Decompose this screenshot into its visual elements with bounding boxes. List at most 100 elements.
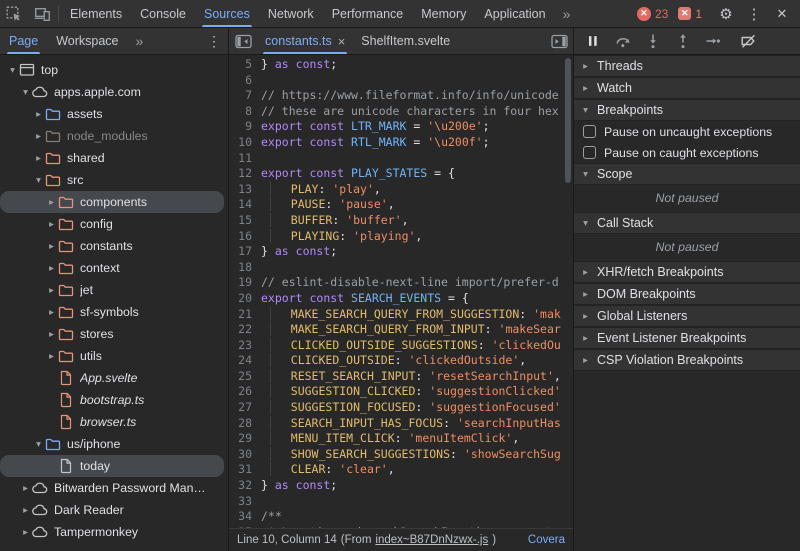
section-csp-violation-breakpoints[interactable]: ▸ CSP Violation Breakpoints: [574, 349, 800, 371]
section-scope[interactable]: ▾ Scope: [574, 163, 800, 185]
scrollbar-thumb[interactable]: [565, 58, 571, 183]
line-number[interactable]: 31: [229, 462, 261, 478]
line-number[interactable]: 26: [229, 384, 261, 400]
tree-item-dark-reader[interactable]: ▸ Dark Reader: [0, 499, 224, 521]
line-number[interactable]: 13: [229, 182, 261, 198]
editor-tab-constants-ts[interactable]: constants.ts ×: [257, 28, 353, 54]
chevron-right-icon[interactable]: ▸: [19, 505, 32, 516]
code-line-10[interactable]: 10 export const RTL_MARK = '\u200f';: [229, 135, 573, 151]
code-line-5[interactable]: 5 } as const;: [229, 57, 573, 73]
line-number[interactable]: 34: [229, 509, 261, 525]
tree-item-constants[interactable]: ▸ constants: [0, 235, 224, 257]
code-line-20[interactable]: 20 export const SEARCH_EVENTS = {: [229, 291, 573, 307]
checkbox-pause-on-caught-exceptions[interactable]: Pause on caught exceptions: [574, 142, 800, 163]
editor-scrollbar[interactable]: [565, 58, 571, 525]
more-options-button[interactable]: ⋮: [740, 5, 768, 23]
code-line-17[interactable]: 17 } as const;: [229, 244, 573, 260]
tab-elements[interactable]: Elements: [61, 0, 131, 27]
tree-item-browser-ts[interactable]: browser.ts: [0, 411, 224, 433]
tab-performance[interactable]: Performance: [323, 0, 413, 27]
line-number[interactable]: 24: [229, 353, 261, 369]
section-threads[interactable]: ▸ Threads: [574, 55, 800, 77]
chevron-right-icon[interactable]: ▸: [45, 263, 58, 274]
tree-item-sf-symbols[interactable]: ▸ sf-symbols: [0, 301, 224, 323]
chevron-right-icon[interactable]: ▸: [19, 483, 32, 494]
chevron-right-icon[interactable]: ▸: [19, 527, 32, 538]
chevron-right-icon[interactable]: ▸: [45, 197, 58, 208]
more-tabs-button[interactable]: »: [555, 0, 579, 27]
code-line-23[interactable]: 23 CLICKED_OUTSIDE_SUGGESTIONS: 'clicked…: [229, 338, 573, 354]
code-line-15[interactable]: 15 BUFFER: 'buffer',: [229, 213, 573, 229]
settings-button[interactable]: ⚙: [712, 5, 740, 23]
code-line-30[interactable]: 30 SHOW_SEARCH_SUGGESTIONS: 'showSearchS…: [229, 447, 573, 463]
line-number[interactable]: 8: [229, 104, 261, 120]
toggle-navigator-button[interactable]: [229, 28, 257, 54]
code-line-27[interactable]: 27 SUGGESTION_FOCUSED: 'suggestionFocuse…: [229, 400, 573, 416]
tree-item-stores[interactable]: ▸ stores: [0, 323, 224, 345]
tree-item-tampermonkey[interactable]: ▸ Tampermonkey: [0, 521, 224, 543]
code-line-9[interactable]: 9 export const LTR_MARK = '\u200e';: [229, 119, 573, 135]
code-line-34[interactable]: 34 /**: [229, 509, 573, 525]
code-line-19[interactable]: 19 // eslint-disable-next-line import/pr…: [229, 275, 573, 291]
code-line-14[interactable]: 14 PAUSE: 'pause',: [229, 197, 573, 213]
line-number[interactable]: 12: [229, 166, 261, 182]
device-toolbar-button[interactable]: [28, 0, 56, 27]
chevron-right-icon[interactable]: ▸: [45, 329, 58, 340]
tree-item-top[interactable]: ▾ top: [0, 59, 224, 81]
code-line-31[interactable]: 31 CLEAR: 'clear',: [229, 462, 573, 478]
line-number[interactable]: 11: [229, 151, 261, 167]
checkbox-icon[interactable]: [583, 146, 596, 159]
code-line-29[interactable]: 29 MENU_ITEM_CLICK: 'menuItemClick',: [229, 431, 573, 447]
tree-item-context[interactable]: ▸ context: [0, 257, 224, 279]
line-number[interactable]: 16: [229, 229, 261, 245]
code-editor[interactable]: 5 } as const; 6 7 // https://www.filefor…: [229, 55, 573, 528]
line-number[interactable]: 32: [229, 478, 261, 494]
line-number[interactable]: 30: [229, 447, 261, 463]
line-number[interactable]: 27: [229, 400, 261, 416]
tab-console[interactable]: Console: [131, 0, 195, 27]
code-line-16[interactable]: 16 PLAYING: 'playing',: [229, 229, 573, 245]
sidebar-more-tabs-button[interactable]: »: [128, 28, 152, 54]
step-button[interactable]: [698, 28, 728, 54]
close-tab-icon[interactable]: ×: [338, 34, 346, 49]
code-line-18[interactable]: 18: [229, 260, 573, 276]
tree-item-today[interactable]: today: [0, 455, 224, 477]
code-line-33[interactable]: 33: [229, 494, 573, 510]
chevron-down-icon[interactable]: ▾: [6, 65, 19, 76]
chevron-down-icon[interactable]: ▾: [32, 439, 45, 450]
line-number[interactable]: 5: [229, 57, 261, 73]
code-line-22[interactable]: 22 MAKE_SEARCH_QUERY_FROM_INPUT: 'makeSe…: [229, 322, 573, 338]
step-into-button[interactable]: [638, 28, 668, 54]
chevron-right-icon[interactable]: ▸: [45, 307, 58, 318]
step-out-button[interactable]: [668, 28, 698, 54]
line-number[interactable]: 25: [229, 369, 261, 385]
error-counter[interactable]: ✕ 23: [636, 6, 668, 21]
section-global-listeners[interactable]: ▸ Global Listeners: [574, 305, 800, 327]
line-number[interactable]: 7: [229, 88, 261, 104]
line-number[interactable]: 9: [229, 119, 261, 135]
tree-item-shared[interactable]: ▸ shared: [0, 147, 224, 169]
tree-item-assets[interactable]: ▸ assets: [0, 103, 224, 125]
tree-item-app-svelte[interactable]: App.svelte: [0, 367, 224, 389]
tree-item-utils[interactable]: ▸ utils: [0, 345, 224, 367]
code-line-24[interactable]: 24 CLICKED_OUTSIDE: 'clickedOutside',: [229, 353, 573, 369]
code-line-28[interactable]: 28 SEARCH_INPUT_HAS_FOCUS: 'searchInputH…: [229, 416, 573, 432]
section-event-listener-breakpoints[interactable]: ▸ Event Listener Breakpoints: [574, 327, 800, 349]
close-devtools-button[interactable]: ✕: [768, 6, 796, 22]
line-number[interactable]: 6: [229, 73, 261, 89]
code-line-26[interactable]: 26 SUGGESTION_CLICKED: 'suggestionClicke…: [229, 384, 573, 400]
tree-item-src[interactable]: ▾ src: [0, 169, 224, 191]
section-dom-breakpoints[interactable]: ▸ DOM Breakpoints: [574, 283, 800, 305]
tree-item-apps-apple-com[interactable]: ▾ apps.apple.com: [0, 81, 224, 103]
sourcemap-file-link[interactable]: index~B87DnNzwx-.js: [375, 534, 488, 546]
line-number[interactable]: 10: [229, 135, 261, 151]
line-number[interactable]: 28: [229, 416, 261, 432]
pause-button[interactable]: [578, 28, 608, 54]
tree-item-config[interactable]: ▸ config: [0, 213, 224, 235]
code-line-12[interactable]: 12 export const PLAY_STATES = {: [229, 166, 573, 182]
editor-tab-shelfitem-svelte[interactable]: ShelfItem.svelte: [353, 28, 458, 54]
inspect-element-button[interactable]: [0, 0, 28, 27]
code-line-32[interactable]: 32 } as const;: [229, 478, 573, 494]
code-line-35[interactable]: 35 * Locations where `SearchInput` compo…: [229, 525, 573, 528]
tab-network[interactable]: Network: [259, 0, 323, 27]
